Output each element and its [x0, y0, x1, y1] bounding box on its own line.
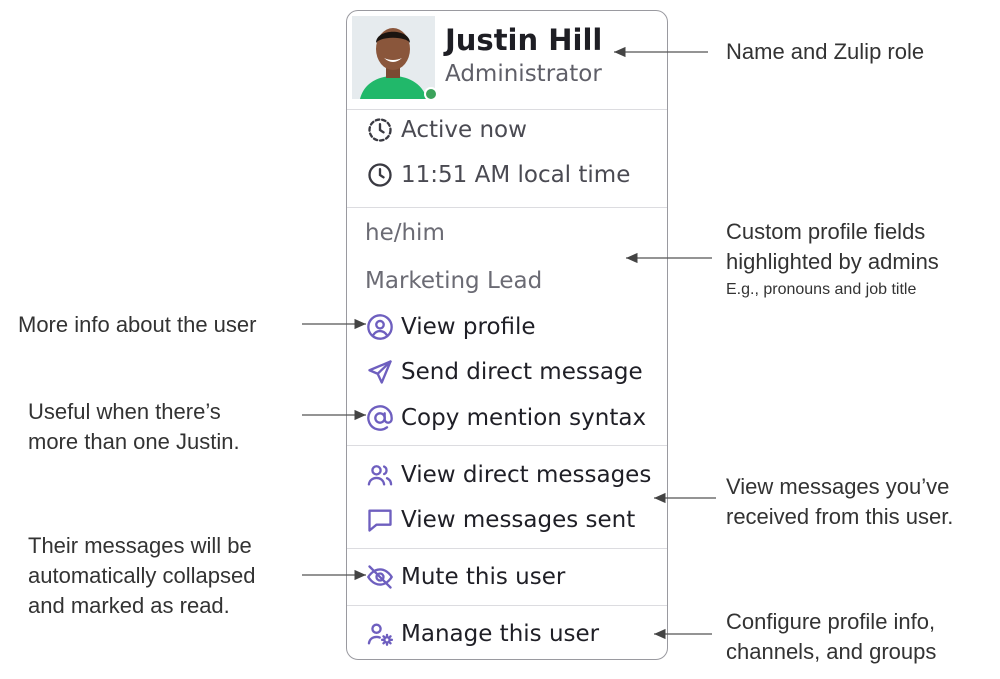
annotation-collapsed-line3: and marked as read. — [28, 593, 230, 618]
annotation-more-info: More info about the user — [18, 312, 257, 337]
annotation-configure-line2: channels, and groups — [726, 639, 937, 664]
annotation-custom-fields-line1: Custom profile fields — [726, 219, 926, 244]
annotation-name-role: Name and Zulip role — [726, 39, 925, 64]
annotation-custom-fields-example: E.g., pronouns and job title — [726, 281, 917, 298]
annotation-collapsed-line1: Their messages will be — [28, 533, 252, 558]
annotation-useful-line1: Useful when there’s — [28, 399, 221, 424]
annotation-configure-line1: Configure profile info, — [726, 609, 936, 634]
annotation-useful-line2: more than one Justin. — [28, 429, 240, 454]
annotation-view-received-line2: received from this user. — [726, 504, 954, 529]
annotation-view-received-line1: View messages you’ve — [726, 474, 950, 499]
annotation-collapsed-line2: automatically collapsed — [28, 563, 256, 588]
annotation-custom-fields-line2: highlighted by admins — [726, 249, 939, 274]
